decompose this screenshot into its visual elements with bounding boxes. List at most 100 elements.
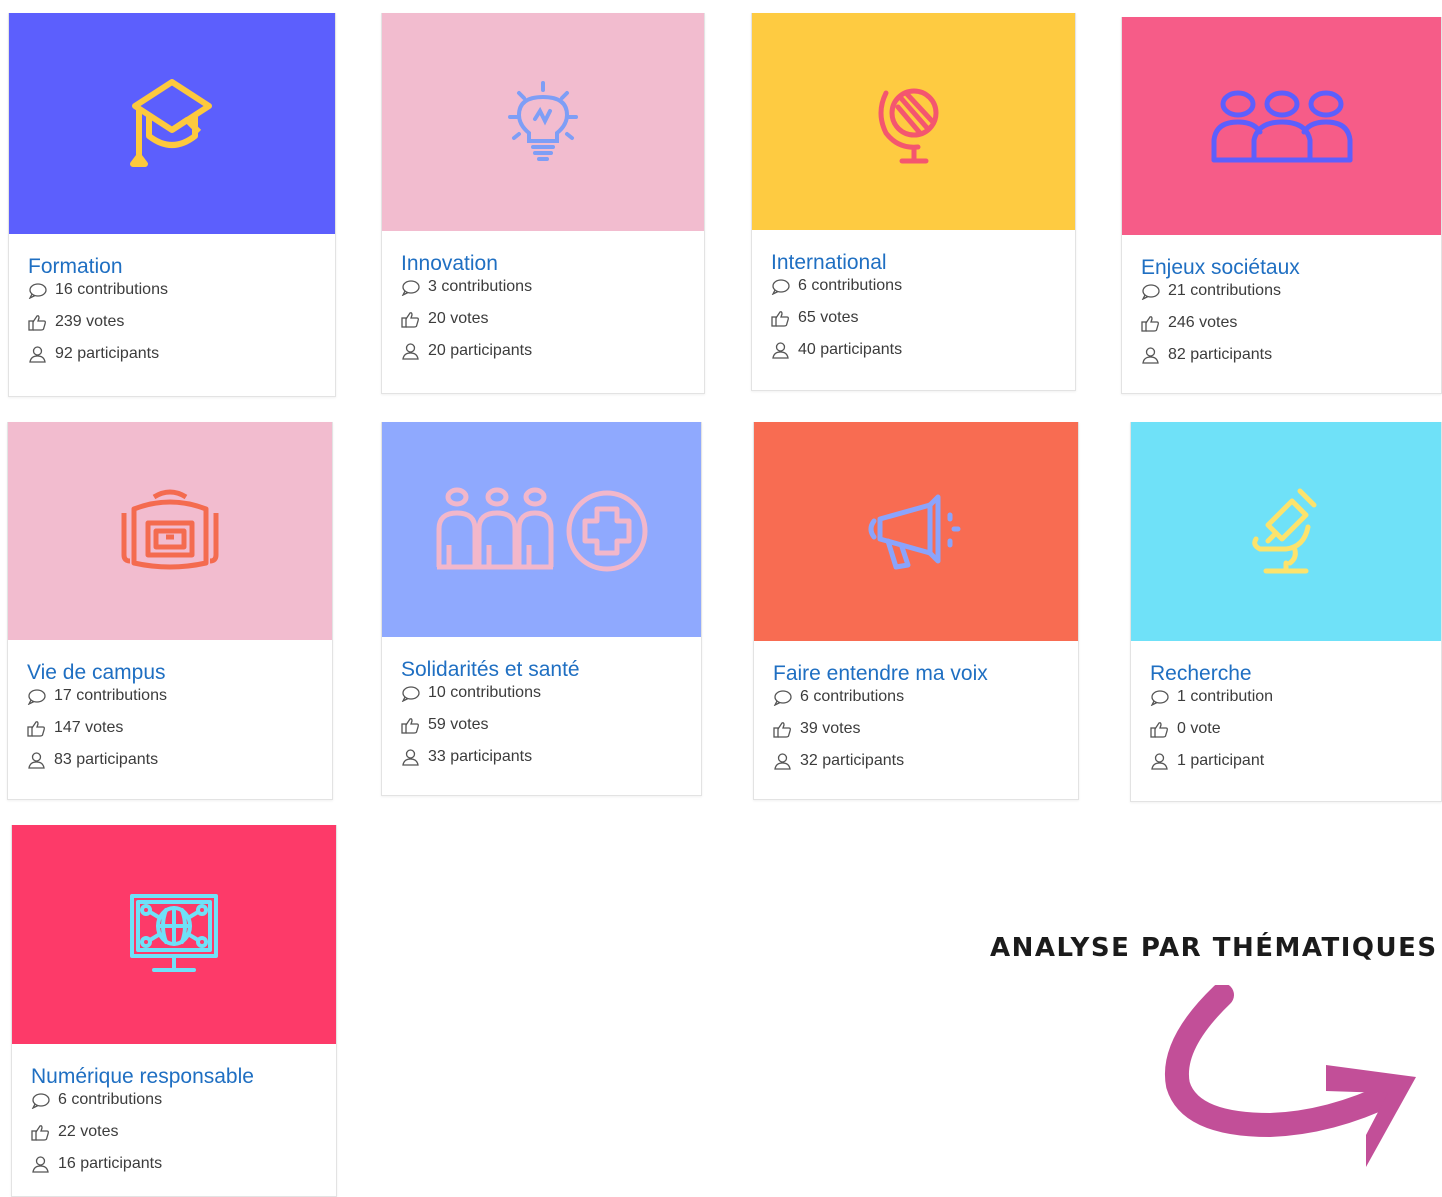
participants-count: 1 participant xyxy=(1177,752,1265,769)
contributions-stat: 6 contributions xyxy=(773,687,1078,707)
card-banner xyxy=(1131,422,1441,641)
comment-icon xyxy=(27,688,46,705)
card-banner xyxy=(382,422,701,637)
contributions-stat: 6 contributions xyxy=(771,276,1075,296)
participants-count: 82 participants xyxy=(1168,346,1273,363)
participants-count: 83 participants xyxy=(54,751,159,768)
comment-icon xyxy=(401,279,420,296)
user-icon xyxy=(32,1155,49,1173)
votes-count: 20 votes xyxy=(428,310,489,327)
card-banner xyxy=(8,422,332,640)
theme-title-link[interactable]: Solidarités et santé xyxy=(401,657,701,683)
card-banner xyxy=(1122,17,1441,235)
theme-card-numerique-responsable[interactable]: Numérique responsable 6 contributions 22… xyxy=(11,825,337,1197)
theme-title-link[interactable]: Recherche xyxy=(1150,661,1441,687)
thumbs-up-icon xyxy=(1141,315,1159,332)
theme-title-link[interactable]: International xyxy=(771,250,1075,276)
lightbulb-icon xyxy=(508,81,578,161)
contributions-stat: 6 contributions xyxy=(31,1090,336,1110)
theme-card-enjeux-societaux[interactable]: Enjeux sociétaux 21 contributions 246 vo… xyxy=(1121,17,1442,394)
participants-count: 92 participants xyxy=(55,345,160,362)
theme-title-link[interactable]: Vie de campus xyxy=(27,660,332,686)
card-body: Faire entendre ma voix 6 contributions 3… xyxy=(754,641,1078,771)
theme-card-solidarites-sante[interactable]: Solidarités et santé 10 contributions 59… xyxy=(381,422,702,796)
contributions-count: 10 contributions xyxy=(428,684,541,701)
thumbs-up-icon xyxy=(773,721,791,738)
card-banner xyxy=(382,13,704,231)
contributions-stat: 10 contributions xyxy=(401,683,701,703)
participants-stat: 32 participants xyxy=(773,751,1078,771)
comment-icon xyxy=(1141,283,1160,300)
card-body: Recherche 1 contribution 0 vote 1 partic… xyxy=(1131,641,1441,771)
user-icon xyxy=(1151,752,1168,770)
votes-stat: 65 votes xyxy=(771,308,1075,328)
theme-card-faire-entendre-ma-voix[interactable]: Faire entendre ma voix 6 contributions 3… xyxy=(753,422,1079,800)
participants-count: 33 participants xyxy=(428,748,533,765)
contributions-stat: 1 contribution xyxy=(1150,687,1441,707)
health-solidarity-icon xyxy=(436,487,647,571)
theme-title-link[interactable]: Faire entendre ma voix xyxy=(773,661,1078,687)
contributions-count: 21 contributions xyxy=(1168,282,1281,299)
card-banner xyxy=(752,13,1075,230)
votes-count: 39 votes xyxy=(800,720,861,737)
contributions-stat: 21 contributions xyxy=(1141,281,1441,301)
thumbs-up-icon xyxy=(401,717,419,734)
votes-count: 59 votes xyxy=(428,716,489,733)
card-banner xyxy=(12,825,336,1044)
participants-stat: 1 participant xyxy=(1150,751,1441,771)
comment-icon xyxy=(1150,689,1169,706)
votes-count: 65 votes xyxy=(798,309,859,326)
votes-count: 147 votes xyxy=(54,719,124,736)
microscope-icon xyxy=(1252,488,1317,573)
contributions-count: 16 contributions xyxy=(55,281,168,298)
user-icon xyxy=(29,345,46,363)
theme-card-innovation[interactable]: Innovation 3 contributions 20 votes 20 p… xyxy=(381,13,705,394)
digital-monitor-icon xyxy=(130,893,218,972)
theme-title-link[interactable]: Formation xyxy=(28,254,335,280)
card-body: Enjeux sociétaux 21 contributions 246 vo… xyxy=(1122,235,1441,365)
votes-stat: 20 votes xyxy=(401,309,704,329)
user-icon xyxy=(28,751,45,769)
graduation-cap-icon xyxy=(130,78,212,167)
comment-icon xyxy=(771,278,790,295)
votes-stat: 39 votes xyxy=(773,719,1078,739)
votes-count: 0 vote xyxy=(1177,720,1221,737)
participants-count: 20 participants xyxy=(428,342,533,359)
contributions-count: 6 contributions xyxy=(800,688,905,705)
theme-title-link[interactable]: Innovation xyxy=(401,251,704,277)
thumbs-up-icon xyxy=(1150,721,1168,738)
user-icon xyxy=(402,342,419,360)
comment-icon xyxy=(31,1092,50,1109)
votes-count: 239 votes xyxy=(55,313,125,330)
participants-stat: 16 participants xyxy=(31,1154,336,1174)
theme-card-recherche[interactable]: Recherche 1 contribution 0 vote 1 partic… xyxy=(1130,422,1442,802)
theme-card-formation[interactable]: Formation 16 contributions 239 votes 92 … xyxy=(8,13,336,397)
participants-count: 32 participants xyxy=(800,752,905,769)
thumbs-up-icon xyxy=(31,1124,49,1141)
votes-count: 22 votes xyxy=(58,1123,119,1140)
card-body: Innovation 3 contributions 20 votes 20 p… xyxy=(382,231,704,361)
comment-icon xyxy=(28,282,47,299)
card-banner xyxy=(9,13,335,234)
theme-title-link[interactable]: Numérique responsable xyxy=(31,1064,336,1090)
theme-card-international[interactable]: International 6 contributions 65 votes 4… xyxy=(751,13,1076,391)
card-body: International 6 contributions 65 votes 4… xyxy=(752,230,1075,360)
votes-stat: 239 votes xyxy=(28,312,335,332)
participants-stat: 33 participants xyxy=(401,747,701,767)
votes-stat: 246 votes xyxy=(1141,313,1441,333)
theme-card-vie-de-campus[interactable]: Vie de campus 17 contributions 147 votes… xyxy=(7,422,333,800)
participants-stat: 82 participants xyxy=(1141,345,1441,365)
votes-count: 246 votes xyxy=(1168,314,1238,331)
contributions-stat: 16 contributions xyxy=(28,280,335,300)
card-body: Numérique responsable 6 contributions 22… xyxy=(12,1044,336,1174)
user-icon xyxy=(1142,346,1159,364)
section-caption: ANALYSE PAR THÉMATIQUES xyxy=(990,933,1438,963)
participants-stat: 20 participants xyxy=(401,341,704,361)
comment-icon xyxy=(401,685,420,702)
participants-stat: 40 participants xyxy=(771,340,1075,360)
curved-arrow-icon xyxy=(1165,985,1416,1167)
participants-stat: 83 participants xyxy=(27,750,332,770)
card-banner xyxy=(754,422,1078,641)
card-body: Solidarités et santé 10 contributions 59… xyxy=(382,637,701,767)
theme-title-link[interactable]: Enjeux sociétaux xyxy=(1141,255,1441,281)
